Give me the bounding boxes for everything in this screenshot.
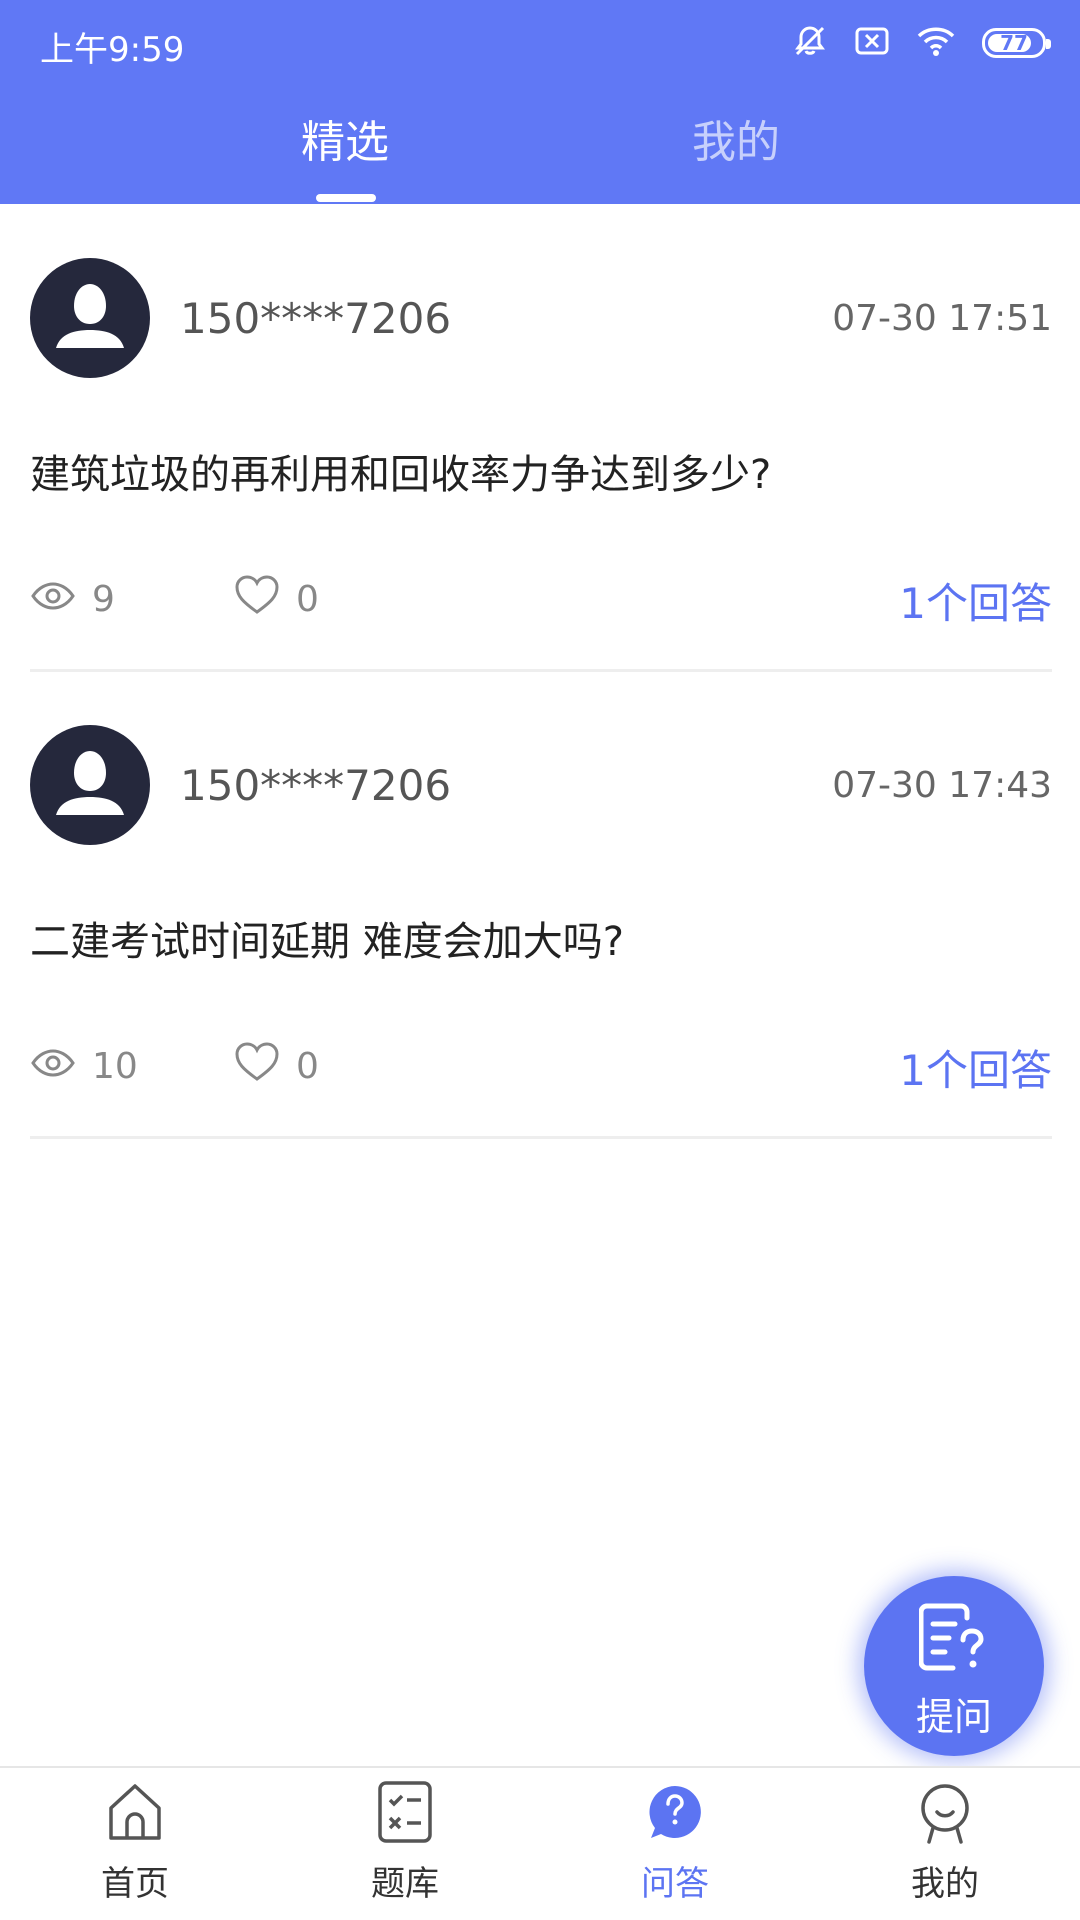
avatar[interactable] xyxy=(30,258,150,378)
qa-icon xyxy=(645,1780,705,1844)
divider xyxy=(30,1136,1052,1139)
nav-qa[interactable]: 问答 xyxy=(540,1768,810,1920)
eye-icon xyxy=(30,1046,76,1087)
status-time: 上午9:59 xyxy=(40,30,185,70)
nav-profile[interactable]: 我的 xyxy=(810,1768,1080,1920)
like-count-value: 0 xyxy=(296,578,319,620)
sim-off-icon xyxy=(854,25,890,61)
view-count-value: 10 xyxy=(92,1045,138,1087)
avatar[interactable] xyxy=(30,725,150,845)
ask-question-label: 提问 xyxy=(915,1695,992,1739)
mute-icon xyxy=(792,23,828,63)
view-count: 9 xyxy=(30,564,115,634)
question-text[interactable]: 建筑垃圾的再利用和回收率力争达到多少? xyxy=(30,442,771,500)
username: 150****7206 xyxy=(180,294,452,343)
like-button[interactable]: 0 xyxy=(234,564,319,634)
nav-profile-label: 我的 xyxy=(911,1864,979,1904)
ask-question-button[interactable]: 提问 xyxy=(864,1576,1044,1756)
question-bank-icon xyxy=(375,1780,435,1844)
view-count: 10 xyxy=(30,1031,138,1101)
heart-icon xyxy=(234,1041,280,1092)
username: 150****7206 xyxy=(180,761,452,810)
battery-level: 77 xyxy=(1000,31,1028,55)
nav-qa-label: 问答 xyxy=(641,1864,709,1904)
question-card[interactable]: 150****7206 07-30 17:43 二建考试时间延期 难度会加大吗?… xyxy=(30,671,1052,1139)
nav-question-bank[interactable]: 题库 xyxy=(270,1768,540,1920)
eye-icon xyxy=(30,579,76,620)
tab-bar: 精选 我的 xyxy=(0,98,1080,204)
battery-icon: 77 xyxy=(982,28,1051,58)
wifi-icon xyxy=(916,24,956,62)
view-count-value: 9 xyxy=(92,578,115,620)
nav-home-label: 首页 xyxy=(101,1864,169,1904)
post-timestamp: 07-30 17:51 xyxy=(832,298,1052,339)
answer-count-link[interactable]: 1个回答 xyxy=(899,1037,1052,1098)
question-text[interactable]: 二建考试时间延期 难度会加大吗? xyxy=(30,909,624,967)
like-count-value: 0 xyxy=(296,1045,319,1087)
tab-mine-label: 我的 xyxy=(692,117,780,168)
header: 上午9:59 77 精选 我的 xyxy=(0,0,1080,204)
nav-question-bank-label: 题库 xyxy=(371,1864,439,1904)
post-timestamp: 07-30 17:43 xyxy=(832,765,1052,806)
bottom-nav: 首页 题库 问答 我的 xyxy=(0,1766,1080,1920)
tab-indicator xyxy=(316,194,376,202)
heart-icon xyxy=(234,574,280,625)
nav-home[interactable]: 首页 xyxy=(0,1768,270,1920)
tab-mine[interactable]: 我的 xyxy=(606,98,866,204)
post-stats: 10 0 1个回答 xyxy=(30,1031,1052,1101)
ask-question-icon xyxy=(918,1600,989,1680)
tab-featured-label: 精选 xyxy=(301,117,389,168)
profile-icon xyxy=(915,1780,975,1844)
tab-featured[interactable]: 精选 xyxy=(215,98,475,204)
like-button[interactable]: 0 xyxy=(234,1031,319,1101)
status-icons: 77 xyxy=(792,22,1051,64)
answer-count-link[interactable]: 1个回答 xyxy=(899,570,1052,631)
question-card[interactable]: 150****7206 07-30 17:51 建筑垃圾的再利用和回收率力争达到… xyxy=(30,204,1052,672)
post-stats: 9 0 1个回答 xyxy=(30,564,1052,634)
app-root: 上午9:59 77 精选 我的 150****7206 07-30 17:51 … xyxy=(0,0,1080,1920)
home-icon xyxy=(105,1780,165,1844)
